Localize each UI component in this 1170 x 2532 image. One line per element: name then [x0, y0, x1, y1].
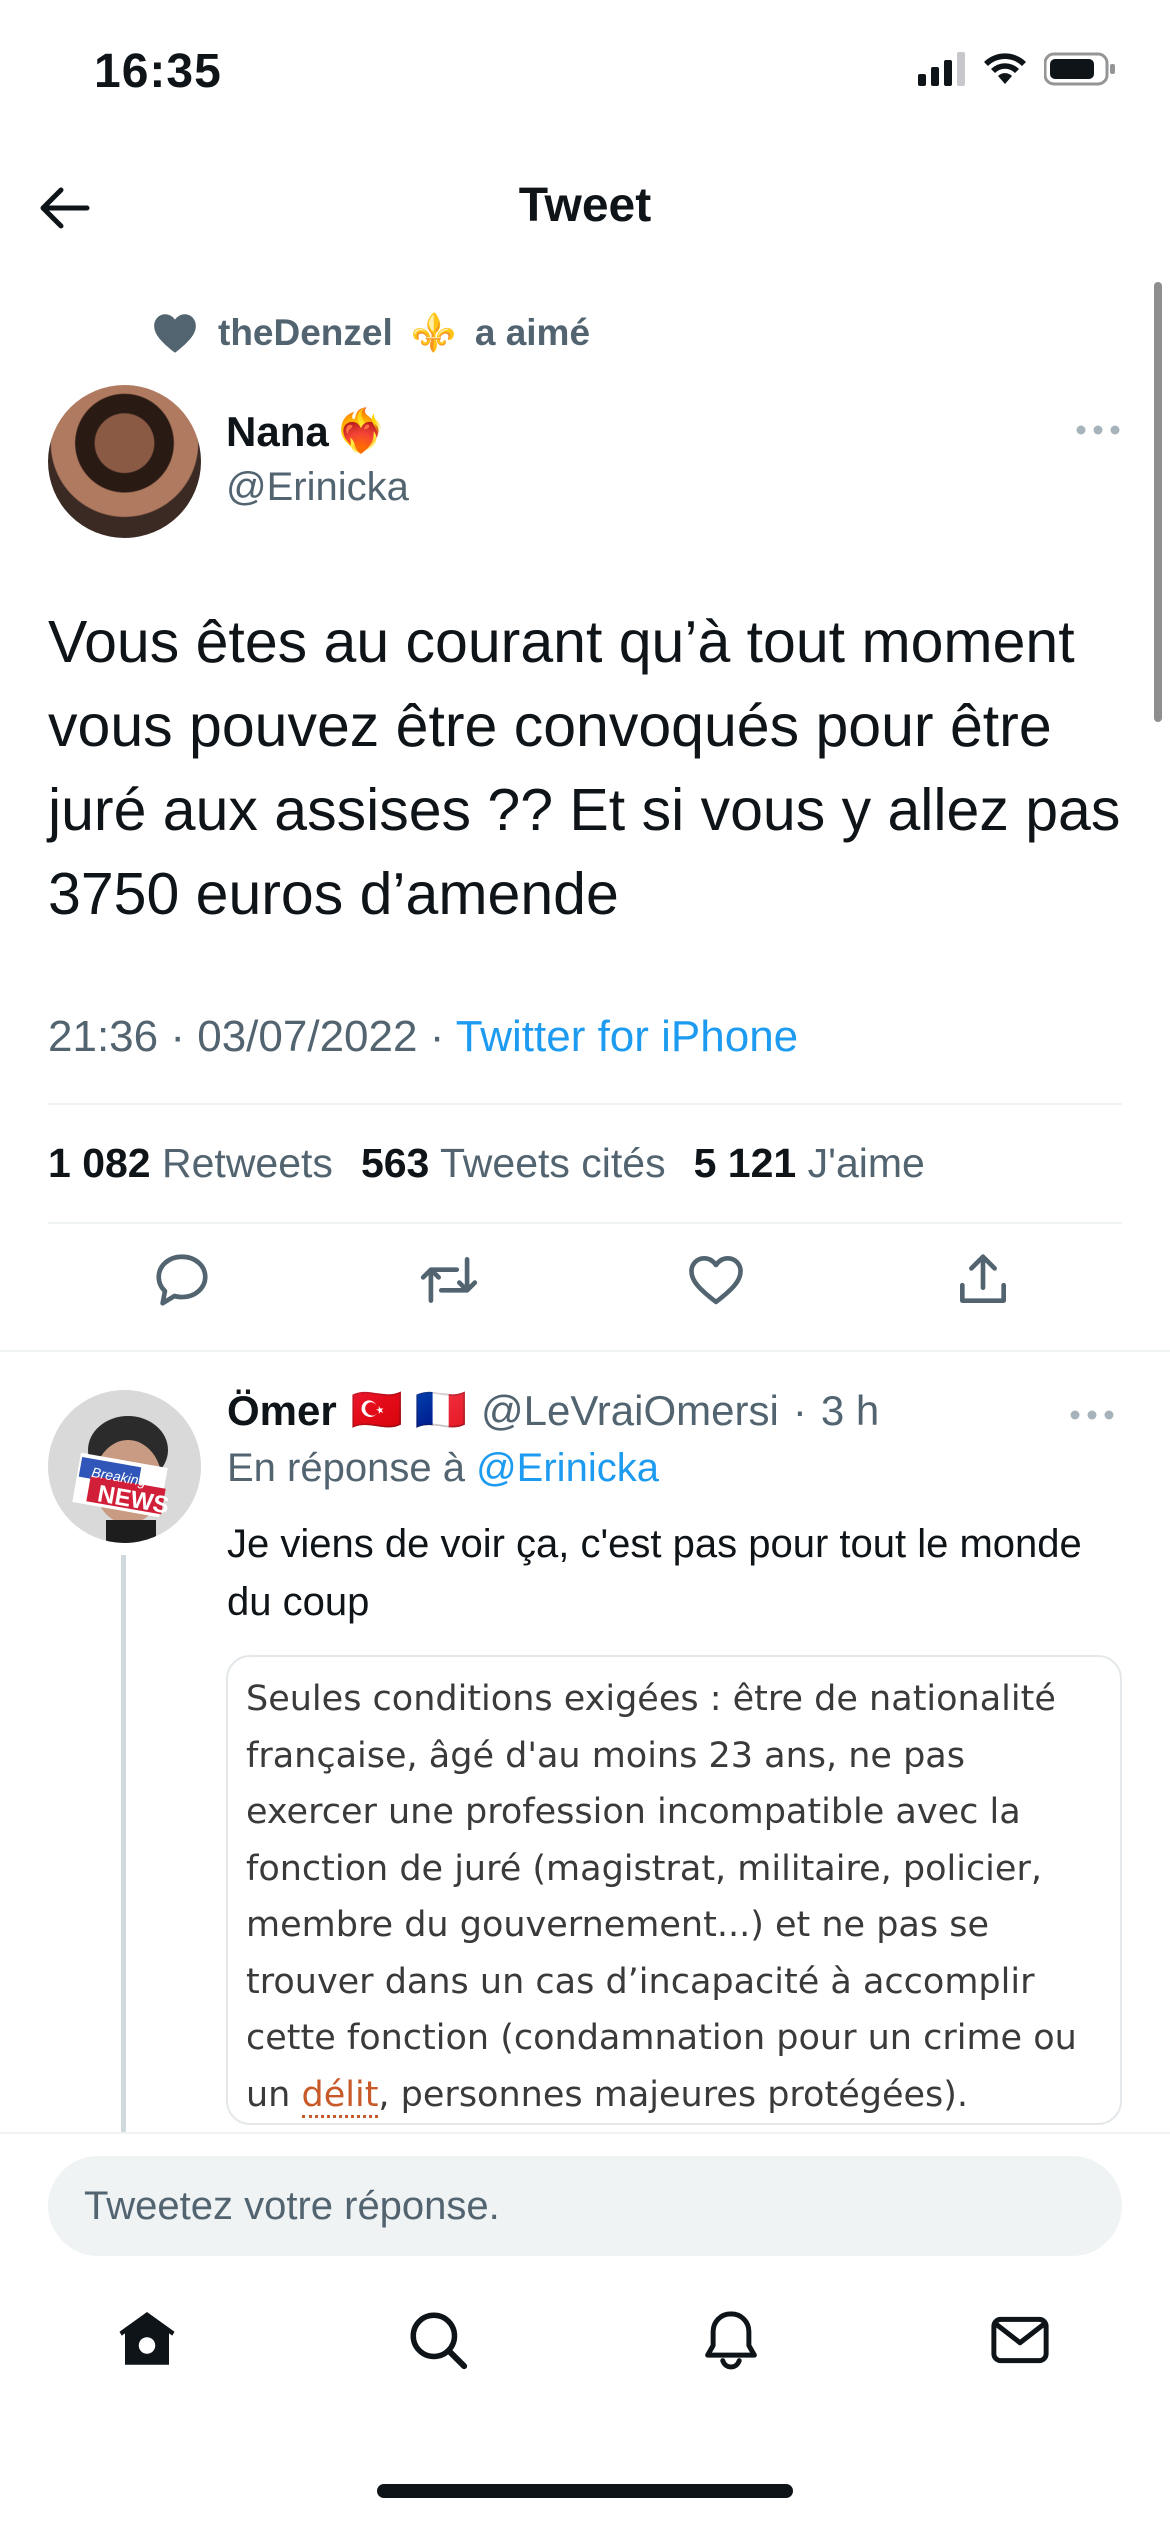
reply-separator: ·: [792, 1386, 807, 1434]
image-text-after: , personnes majeures protégées).: [378, 2074, 969, 2115]
tab-notifications[interactable]: [691, 2300, 771, 2380]
reply-avatar[interactable]: Breaking NEWS: [48, 1390, 201, 1543]
quotes-stat[interactable]: 563 Tweets cités: [361, 1140, 666, 1187]
likes-stat[interactable]: 5 121 J'aime: [694, 1140, 925, 1187]
reply-text: Je viens de voir ça, c'est pas pour tout…: [227, 1522, 1082, 1624]
status-time: 16:35: [94, 45, 222, 98]
author-name-emoji: ❤️‍🔥: [334, 407, 387, 454]
thread-line: [121, 1555, 126, 2155]
home-indicator[interactable]: [377, 2484, 793, 2498]
avatar[interactable]: [48, 385, 201, 538]
social-context-action: a aimé: [474, 312, 591, 353]
reply-time: 3 h: [820, 1386, 880, 1434]
likes-count: 5 121: [693, 1140, 797, 1186]
quotes-label: Tweets cités: [440, 1140, 666, 1186]
reply-header: Ömer 🇹🇷 🇫🇷 @LeVraiOmersi · 3 h: [227, 1386, 879, 1435]
reply-icon: [156, 1254, 208, 1306]
tweet-actions: [0, 1245, 1170, 1335]
reply-author-flags: 🇹🇷 🇫🇷: [350, 1386, 467, 1433]
fleur-de-lis-emoji: ⚜️: [410, 311, 457, 353]
tweet-source-link[interactable]: Twitter for iPhone: [456, 1012, 798, 1061]
share-button[interactable]: [948, 1245, 1018, 1315]
reply-to-prefix: En réponse à: [227, 1446, 465, 1490]
tab-messages[interactable]: [980, 2300, 1060, 2380]
nav-header: Tweet: [0, 150, 1170, 265]
notifications-icon: [705, 2311, 757, 2370]
tweet-date: 03/07/2022: [197, 1012, 418, 1061]
meta-separator: ·: [429, 1012, 445, 1061]
tab-search[interactable]: [398, 2300, 478, 2380]
author-name-text[interactable]: Nana: [226, 408, 329, 456]
reply-to: En réponse à @Erinicka: [227, 1446, 659, 1491]
tweet-time: 21:36: [48, 1012, 159, 1061]
author-name[interactable]: Nana ❤️‍🔥: [226, 407, 387, 456]
tweet-stats: 1 082 Retweets 563 Tweets cités 5 121 J'…: [48, 1140, 925, 1187]
tweet-more-button[interactable]: [1068, 415, 1128, 445]
status-bar: 16:35: [0, 0, 1170, 150]
reply-tweet[interactable]: Breaking NEWS Ömer 🇹🇷 🇫🇷 @LeVraiOmersi ·…: [0, 1350, 1170, 2155]
retweet-button[interactable]: [414, 1245, 484, 1315]
image-text-before: Seules conditions exigées : être de nati…: [246, 1679, 1077, 2115]
status-icons: [918, 52, 1116, 86]
reply-author-handle[interactable]: @LeVraiOmersi: [481, 1387, 779, 1435]
divider: [48, 1103, 1122, 1105]
tab-bar: [0, 2300, 1170, 2410]
battery-icon: [1044, 52, 1115, 86]
like-button[interactable]: [681, 1245, 751, 1315]
social-context-user[interactable]: theDenzel: [218, 312, 393, 354]
reply-to-mention[interactable]: @Erinicka: [476, 1446, 659, 1490]
reply-more-button[interactable]: [1062, 1400, 1122, 1430]
wifi-icon: [984, 53, 1026, 84]
heart-icon: [689, 1255, 743, 1305]
quotes-count: 563: [360, 1140, 430, 1186]
tweet-text: Vous êtes au courant qu’à tout moment vo…: [48, 609, 1121, 927]
scrollbar[interactable]: [1154, 282, 1162, 722]
home-icon: [119, 2311, 175, 2365]
reply-button[interactable]: [147, 1245, 217, 1315]
reply-attached-image[interactable]: Seules conditions exigées : être de nati…: [226, 1655, 1122, 2125]
search-icon: [410, 2312, 468, 2370]
more-horizontal-icon: [1076, 425, 1120, 435]
heart-filled-icon: [154, 314, 196, 353]
retweets-label: Retweets: [162, 1140, 333, 1186]
reply-compose-input[interactable]: Tweetez votre réponse.: [48, 2156, 1122, 2256]
author-handle[interactable]: @Erinicka: [226, 465, 409, 510]
social-context[interactable]: theDenzel ⚜️ a aimé: [150, 308, 590, 358]
share-icon: [960, 1254, 1006, 1303]
reply-avatar-image: Breaking NEWS: [48, 1390, 201, 1543]
more-horizontal-icon: [1070, 1410, 1114, 1420]
image-text: Seules conditions exigées : être de nati…: [246, 1671, 1102, 2123]
image-text-link: délit: [301, 2074, 379, 2118]
retweets-stat[interactable]: 1 082 Retweets: [48, 1140, 333, 1187]
compose-bar: Tweetez votre réponse.: [0, 2132, 1170, 2262]
tweet-meta: 21:36 · 03/07/2022 · Twitter for iPhone: [48, 1012, 798, 1062]
tab-home[interactable]: [107, 2300, 187, 2380]
retweet-icon: [420, 1257, 478, 1303]
messages-icon: [991, 2316, 1049, 2364]
meta-separator: ·: [170, 1012, 185, 1061]
cellular-signal-icon: [918, 52, 965, 86]
page-title: Tweet: [518, 179, 652, 232]
divider: [48, 1222, 1122, 1224]
tweet-author: Nana ❤️‍🔥 @Erinicka: [48, 385, 1128, 545]
reply-author-name[interactable]: Ömer: [227, 1387, 337, 1435]
likes-label: J'aime: [807, 1140, 925, 1186]
retweets-count: 1 082: [48, 1140, 151, 1186]
